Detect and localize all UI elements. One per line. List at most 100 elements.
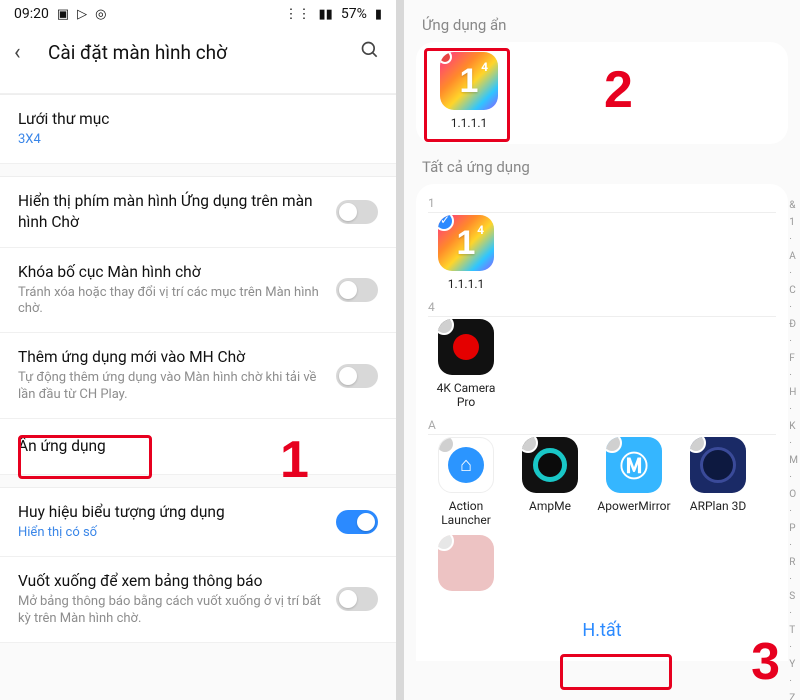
app-name: AmpMe	[529, 499, 571, 513]
play-icon: ▷	[77, 7, 87, 22]
hidden-apps-card: 14 1.1.1.1	[416, 42, 788, 144]
annotation-number-1: 1	[280, 430, 309, 490]
index-letter[interactable]: O	[789, 489, 798, 500]
index-letter[interactable]: ·	[789, 370, 798, 381]
app-icon-ampme	[522, 437, 578, 493]
alpha-header-1: 1	[428, 196, 776, 213]
app-icon-1111: 14	[440, 52, 498, 110]
settings-list: Lưới thư mục 3X4	[0, 94, 396, 164]
status-bar: 09:20 ▣ ▷ ◎ ⋮⋮ ▮▮ 57% ▮	[0, 0, 396, 28]
app-icon-arplan	[690, 437, 746, 493]
index-letter[interactable]: ·	[789, 540, 798, 551]
app-tile-cutoff[interactable]	[426, 535, 506, 591]
row-label: Khóa bố cục Màn hình chờ	[18, 262, 328, 283]
app-tile[interactable]: 4K Camera Pro	[426, 319, 506, 410]
index-letter[interactable]: H	[789, 387, 798, 398]
header: ‹ Cài đặt màn hình chờ	[0, 28, 396, 79]
app-name: 4K Camera Pro	[426, 381, 506, 410]
selection-empty-icon	[522, 437, 538, 453]
app-tile[interactable]: ⌂ Action Launcher	[426, 437, 506, 528]
app-name: Action Launcher	[426, 499, 506, 528]
app-tile[interactable]: Ⓜ ApowerMirror	[594, 437, 674, 528]
index-letter[interactable]: ·	[789, 268, 798, 279]
index-letter[interactable]: ·	[789, 642, 798, 653]
all-apps-card: 1 14 1.1.1.1 4 4K Camera Pro A	[416, 184, 788, 661]
all-apps-label: Tất cả ứng dụng	[404, 152, 800, 184]
index-letter[interactable]: F	[789, 353, 798, 364]
index-letter[interactable]: S	[789, 591, 798, 602]
toggle-off[interactable]	[336, 364, 378, 388]
index-letter[interactable]: Y	[789, 659, 798, 670]
toggle-off[interactable]	[336, 587, 378, 611]
row-swipe-notifications[interactable]: Vuốt xuống để xem bảng thông báo Mở bảng…	[0, 557, 396, 643]
index-letter[interactable]: ·	[789, 608, 798, 619]
toggle-off[interactable]	[336, 278, 378, 302]
selection-empty-icon	[438, 535, 454, 551]
selection-empty-icon	[438, 319, 454, 335]
search-button[interactable]	[358, 40, 382, 65]
app-name: ApowerMirror	[597, 499, 670, 513]
app-icon-cutoff	[438, 535, 494, 591]
index-letter[interactable]: Đ	[789, 319, 798, 330]
row-app-badges[interactable]: Huy hiệu biểu tượng ứng dụng Hiển thị có…	[0, 488, 396, 557]
hidden-apps-label: Ứng dụng ẩn	[404, 0, 800, 42]
index-letter[interactable]: ·	[789, 234, 798, 245]
index-letter[interactable]: A	[789, 251, 798, 262]
alpha-header-a: A	[428, 418, 776, 435]
row-hide-apps[interactable]: Ẩn ứng dụng	[0, 419, 396, 475]
index-letter[interactable]: ·	[789, 574, 798, 585]
toggle-off[interactable]	[336, 200, 378, 224]
annotation-number-3: 3	[751, 632, 780, 692]
hidden-app-tile[interactable]: 14 1.1.1.1	[426, 52, 512, 130]
app-name: 1.1.1.1	[448, 277, 484, 291]
index-letter[interactable]: ·	[789, 302, 798, 313]
index-letter[interactable]: C	[789, 285, 798, 296]
page-title: Cài đặt màn hình chờ	[48, 41, 358, 64]
cutoff-row	[0, 79, 396, 94]
index-scrollbar[interactable]: & 1 · A · C · Đ · F · H · K · M · O · P · R · S · T · Y · Z	[789, 200, 798, 700]
index-letter[interactable]: ·	[789, 336, 798, 347]
row-folder-grid[interactable]: Lưới thư mục 3X4	[0, 95, 396, 164]
app-name: 1.1.1.1	[451, 116, 487, 130]
circle-icon: ◎	[95, 7, 106, 22]
row-label: Hiển thị phím màn hình Ứng dụng trên màn…	[18, 191, 328, 233]
selection-empty-icon	[690, 437, 706, 453]
row-add-new-apps[interactable]: Thêm ứng dụng mới vào MH Chờ Tự động thê…	[0, 333, 396, 419]
app-tile[interactable]: ARPlan 3D	[678, 437, 758, 528]
app-icon-1111: 14	[438, 215, 494, 271]
battery-icon: ▮	[375, 7, 382, 22]
index-letter[interactable]: K	[789, 421, 798, 432]
index-letter[interactable]: T	[789, 625, 798, 636]
row-sub: Tránh xóa hoặc thay đổi vị trí các mục t…	[18, 285, 328, 319]
index-letter[interactable]: ·	[789, 472, 798, 483]
index-letter[interactable]: ·	[789, 438, 798, 449]
index-letter[interactable]: &	[789, 200, 798, 211]
index-letter[interactable]: ·	[789, 506, 798, 517]
hide-apps-screen: Ứng dụng ẩn 14 1.1.1.1 Tất cả ứng dụng 1…	[400, 0, 800, 700]
wifi-icon: ⋮⋮	[285, 7, 311, 22]
index-letter[interactable]: 1	[789, 217, 798, 228]
index-letter[interactable]: P	[789, 523, 798, 534]
back-button[interactable]: ‹	[14, 42, 38, 64]
app-tile[interactable]: AmpMe	[510, 437, 590, 528]
row-lock-layout[interactable]: Khóa bố cục Màn hình chờ Tránh xóa hoặc …	[0, 248, 396, 334]
row-show-apps-button[interactable]: Hiển thị phím màn hình Ứng dụng trên màn…	[0, 177, 396, 248]
index-letter[interactable]: M	[789, 455, 798, 466]
index-letter[interactable]: Z	[789, 693, 798, 700]
settings-screen: 09:20 ▣ ▷ ◎ ⋮⋮ ▮▮ 57% ▮ ‹ Cài đặt màn hì…	[0, 0, 400, 700]
app-icon-4kcamera	[438, 319, 494, 375]
index-letter[interactable]: ·	[789, 676, 798, 687]
toggle-on[interactable]	[336, 510, 378, 534]
index-letter[interactable]: ·	[789, 404, 798, 415]
row-label: Thêm ứng dụng mới vào MH Chờ	[18, 347, 328, 368]
annotation-number-2: 2	[604, 60, 633, 120]
row-sub: Tự động thêm ứng dụng vào Màn hình chờ k…	[18, 370, 328, 404]
row-sub: Mở bảng thông báo bằng cách vuốt xuống ở…	[18, 594, 328, 628]
app-name: ARPlan 3D	[690, 499, 746, 513]
signal-icon: ▮▮	[319, 7, 333, 22]
done-button[interactable]: H.tất	[568, 614, 635, 647]
row-label: Lưới thư mục	[18, 109, 370, 130]
app-tile[interactable]: 14 1.1.1.1	[426, 215, 506, 291]
row-sub: 3X4	[18, 132, 370, 149]
index-letter[interactable]: R	[789, 557, 798, 568]
